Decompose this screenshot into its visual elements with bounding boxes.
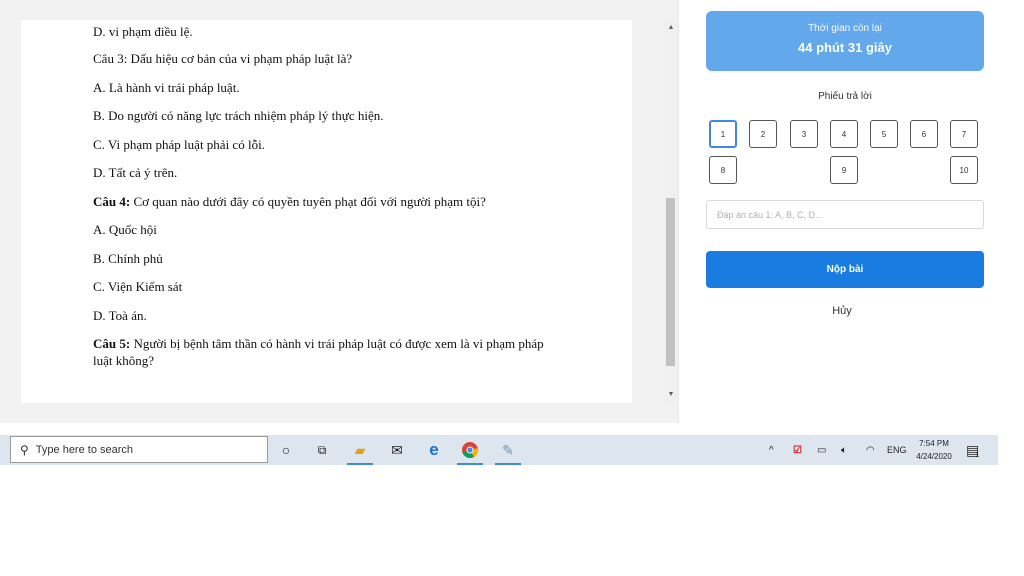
wifi-icon[interactable]: ◠ xyxy=(866,435,875,465)
timer-value: 44 phút 31 giây xyxy=(798,40,892,55)
antivirus-icon[interactable]: ☑ xyxy=(793,435,802,465)
question-button-9[interactable]: 9 xyxy=(830,156,858,184)
clock-date: 4/24/2020 xyxy=(916,452,952,461)
cortana-icon[interactable]: ○ xyxy=(271,435,301,465)
question-button-2[interactable]: 2 xyxy=(749,120,777,148)
file-explorer-icon[interactable]: ▰ xyxy=(345,435,375,465)
question-line: B. Chính phủ xyxy=(93,251,163,266)
question-line: C. Viện Kiểm sát xyxy=(93,279,183,294)
question-button-8[interactable]: 8 xyxy=(709,156,737,184)
submit-button[interactable]: Nộp bài xyxy=(706,251,984,288)
question-button-4[interactable]: 4 xyxy=(830,120,858,148)
task-view-icon[interactable]: ⧉ xyxy=(307,435,337,465)
question-line: Câu 5: Người bị bệnh tâm thần có hành vi… xyxy=(93,336,544,368)
document-viewer[interactable]: D. vi phạm điều lệ. Câu 3: Dấu hiệu cơ b… xyxy=(21,20,632,403)
question-line: D. Tất cả ý trên. xyxy=(93,165,178,180)
question-button-6[interactable]: 6 xyxy=(910,120,938,148)
battery-icon[interactable]: ▭ xyxy=(817,435,826,465)
question-button-5[interactable]: 5 xyxy=(870,120,898,148)
answer-sheet-title: Phiếu trả lời xyxy=(818,91,872,102)
paint-icon[interactable]: ✎ xyxy=(493,435,523,465)
question-button-7[interactable]: 7 xyxy=(950,120,978,148)
question-line: A. Quốc hội xyxy=(93,222,157,237)
question-line: A. Là hành vi trái pháp luật. xyxy=(93,80,240,95)
question-button-1[interactable]: 1 xyxy=(709,120,737,148)
windows-taskbar: ⚲ Type here to search ○ ⧉ ▰ ✉ e ✎ ^ ☑ ▭ … xyxy=(0,435,998,465)
pane-divider xyxy=(678,0,679,423)
chrome-icon[interactable] xyxy=(455,435,485,465)
question-line: D. Toà án. xyxy=(93,308,147,323)
search-icon: ⚲ xyxy=(20,442,29,457)
notification-count: 1 xyxy=(975,451,980,459)
clock-time: 7:54 PM xyxy=(919,439,949,448)
question-line: B. Do người có năng lực trách nhiệm pháp… xyxy=(93,108,384,123)
scroll-thumb[interactable] xyxy=(666,198,675,366)
mail-icon[interactable]: ✉ xyxy=(382,435,412,465)
question-line: Câu 3: Dấu hiệu cơ bản của vi phạm pháp … xyxy=(93,51,353,66)
notification-center-icon[interactable]: ▤ 1 xyxy=(966,435,979,465)
cancel-link[interactable]: Hủy xyxy=(706,305,978,317)
question-line: Câu 4: Cơ quan nào dưới đây có quyền tuy… xyxy=(93,194,486,209)
edge-icon[interactable]: e xyxy=(419,435,449,465)
taskbar-search-box[interactable]: ⚲ Type here to search xyxy=(10,436,268,463)
answer-input[interactable] xyxy=(706,200,984,229)
question-button-10[interactable]: 10 xyxy=(950,156,978,184)
question-line: C. Vi phạm pháp luật phải có lỗi. xyxy=(93,137,265,152)
chevron-up-icon[interactable]: ^ xyxy=(769,435,774,465)
question-button-3[interactable]: 3 xyxy=(790,120,818,148)
chrome-logo xyxy=(462,442,479,459)
document-pane: D. vi phạm điều lệ. Câu 3: Dấu hiệu cơ b… xyxy=(0,0,678,423)
timer-panel: Thời gian còn lại 44 phút 31 giây xyxy=(706,11,984,71)
scroll-down-arrow-icon[interactable]: ▼ xyxy=(664,391,678,398)
timer-label: Thời gian còn lại xyxy=(808,23,882,34)
scroll-up-arrow-icon[interactable]: ▲ xyxy=(664,24,678,31)
taskbar-clock[interactable]: 7:54 PM 4/24/2020 xyxy=(912,437,956,463)
language-indicator[interactable]: ENG xyxy=(887,435,907,465)
search-placeholder: Type here to search xyxy=(35,443,134,456)
speaker-icon[interactable]: 🔈︎ xyxy=(841,435,847,465)
question-line: D. vi phạm điều lệ. xyxy=(93,24,193,39)
document-scrollbar[interactable]: ▲ ▼ xyxy=(664,20,678,403)
